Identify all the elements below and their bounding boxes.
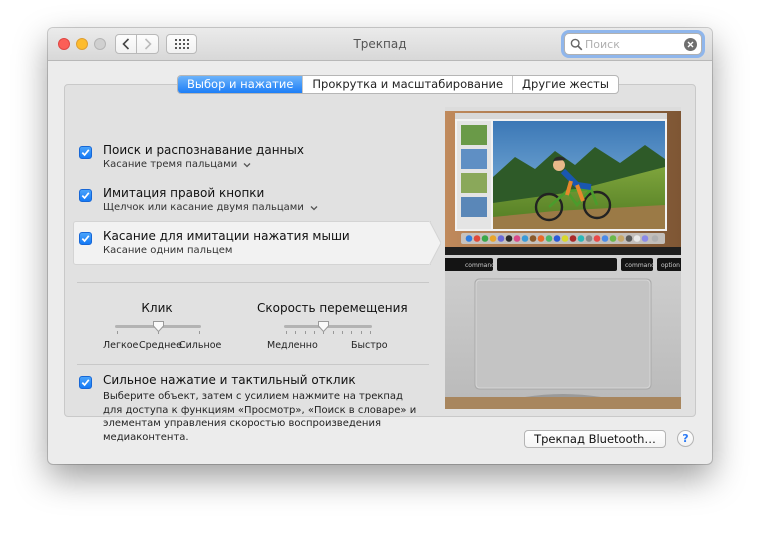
slider-tick: [332, 331, 334, 334]
checkmark-icon: [81, 192, 90, 200]
tab-more-gestures[interactable]: Другие жесты: [512, 76, 618, 93]
slider-tick: [117, 331, 118, 334]
speed-slider-label: Скорость перемещения: [257, 301, 408, 315]
force-click-description: Выберите объект, затем с усилием нажмите…: [103, 391, 417, 443]
tap-to-click-checkbox[interactable]: [79, 232, 92, 245]
close-window-button[interactable]: [58, 38, 70, 50]
speed-min-label: Медленно: [267, 340, 318, 351]
option-subtitle-row: Касание одним пальцем: [103, 245, 232, 256]
lookup-gesture-dropdown[interactable]: Касание тремя пальцами: [103, 159, 251, 170]
click-tick-medium: Среднее: [139, 340, 182, 351]
key-command-right: command: [625, 262, 655, 269]
option-title: Сильное нажатие и тактильный отклик: [103, 373, 356, 387]
selection-pointer: [429, 221, 441, 265]
option-subtitle: Щелчок или касание двумя пальцами: [103, 202, 304, 213]
tab-scroll-and-zoom[interactable]: Прокрутка и масштабирование: [302, 76, 512, 93]
secondary-click-dropdown[interactable]: Щелчок или касание двумя пальцами: [103, 202, 318, 213]
checkmark-icon: [81, 235, 90, 243]
chevron-left-icon: [122, 38, 130, 50]
slider-tick: [199, 331, 200, 334]
key-command-left: command: [465, 262, 495, 269]
click-slider-thumb[interactable]: [152, 321, 164, 332]
slider-tick: [360, 331, 362, 334]
help-button[interactable]: ?: [677, 430, 694, 447]
key-option: option: [661, 262, 680, 269]
slider-tick: [314, 331, 315, 334]
speed-max-label: Быстро: [351, 340, 388, 351]
slider-tick: [295, 331, 297, 334]
macbook-preview-illustration: [445, 107, 681, 409]
chevron-right-icon: [144, 38, 152, 50]
back-button[interactable]: [115, 34, 137, 54]
divider: [77, 364, 429, 365]
setup-bluetooth-trackpad-button[interactable]: Трекпад Bluetooth…: [524, 430, 666, 448]
slider-tick: [370, 331, 371, 334]
option-subtitle: Касание одним пальцем: [103, 245, 233, 256]
option-title: Поиск и распознавание данных: [103, 143, 304, 157]
settings-panel: Поиск и распознавание данных Касание тре…: [64, 84, 696, 443]
chevron-down-icon: [310, 205, 318, 210]
checkmark-icon: [81, 379, 90, 387]
search-field[interactable]: [564, 33, 702, 55]
option-title: Касание для имитации нажатия мыши: [103, 229, 350, 243]
tab-point-and-click[interactable]: Выбор и нажатие: [178, 76, 303, 93]
checkmark-icon: [81, 149, 90, 157]
click-tick-firm: Сильное: [179, 340, 222, 351]
speed-slider-thumb[interactable]: [318, 321, 330, 332]
gesture-preview-video: command command option: [445, 107, 681, 409]
search-input[interactable]: [585, 36, 681, 52]
show-all-button[interactable]: [166, 34, 197, 54]
divider: [77, 282, 429, 283]
clear-search-icon[interactable]: [684, 38, 697, 51]
grid-icon: [174, 39, 189, 49]
preferences-window: Трекпад Выбор и нажатие Прокрутка и масш…: [48, 28, 712, 464]
lookup-checkbox[interactable]: [79, 146, 92, 159]
force-click-checkbox[interactable]: [79, 376, 92, 389]
zoom-window-button[interactable]: [94, 38, 106, 50]
option-subtitle: Касание тремя пальцами: [103, 159, 238, 170]
click-slider-label: Клик: [141, 301, 173, 315]
slider-tick: [286, 331, 287, 334]
tab-bar: Выбор и нажатие Прокрутка и масштабирова…: [177, 75, 619, 94]
selected-option-highlight: [73, 221, 431, 265]
slider-tick: [342, 331, 343, 334]
secondary-click-checkbox[interactable]: [79, 189, 92, 202]
chevron-down-icon: [243, 162, 251, 167]
slider-tick: [351, 331, 353, 334]
forward-button[interactable]: [137, 34, 159, 54]
search-icon: [570, 38, 583, 51]
slider-tick: [304, 331, 306, 334]
click-tick-light: Легкое: [103, 340, 139, 351]
option-title: Имитация правой кнопки: [103, 186, 265, 200]
title-bar: Трекпад: [48, 28, 712, 61]
minimize-window-button[interactable]: [76, 38, 88, 50]
